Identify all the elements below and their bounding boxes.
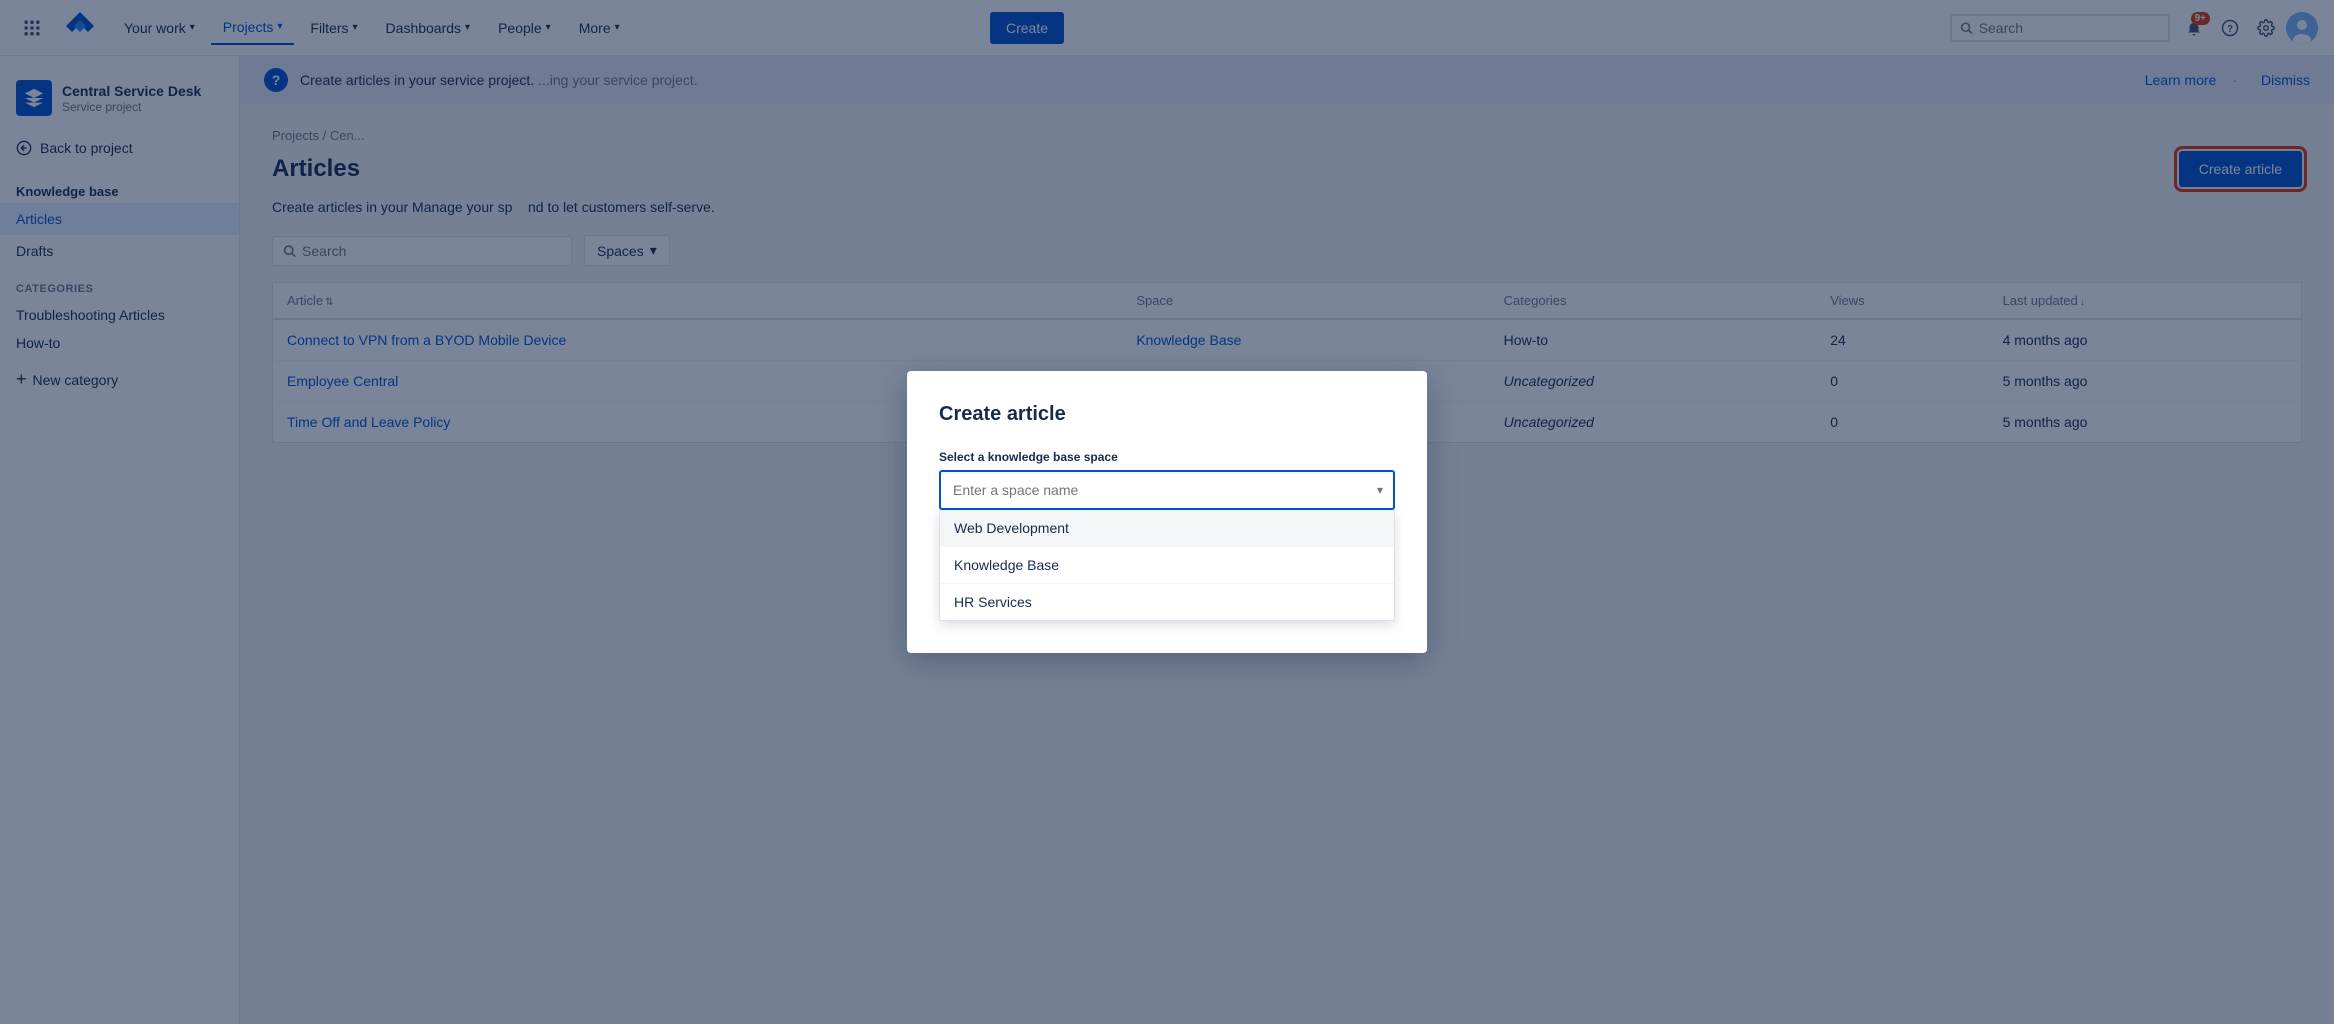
modal-title: Create article <box>939 403 1395 426</box>
space-dropdown: Web Development Knowledge Base HR Servic… <box>939 510 1395 621</box>
space-option-knowledge-base[interactable]: Knowledge Base <box>940 547 1394 584</box>
modal-select-wrapper: ▾ <box>939 470 1395 510</box>
modal-overlay[interactable]: Create article Select a knowledge base s… <box>0 0 2334 1024</box>
modal-select-label: Select a knowledge base space <box>939 450 1395 464</box>
space-option-hr-services[interactable]: HR Services <box>940 584 1394 620</box>
space-option-web-development[interactable]: Web Development <box>940 510 1394 547</box>
create-article-modal: Create article Select a knowledge base s… <box>907 371 1427 653</box>
space-name-input[interactable] <box>939 470 1395 510</box>
